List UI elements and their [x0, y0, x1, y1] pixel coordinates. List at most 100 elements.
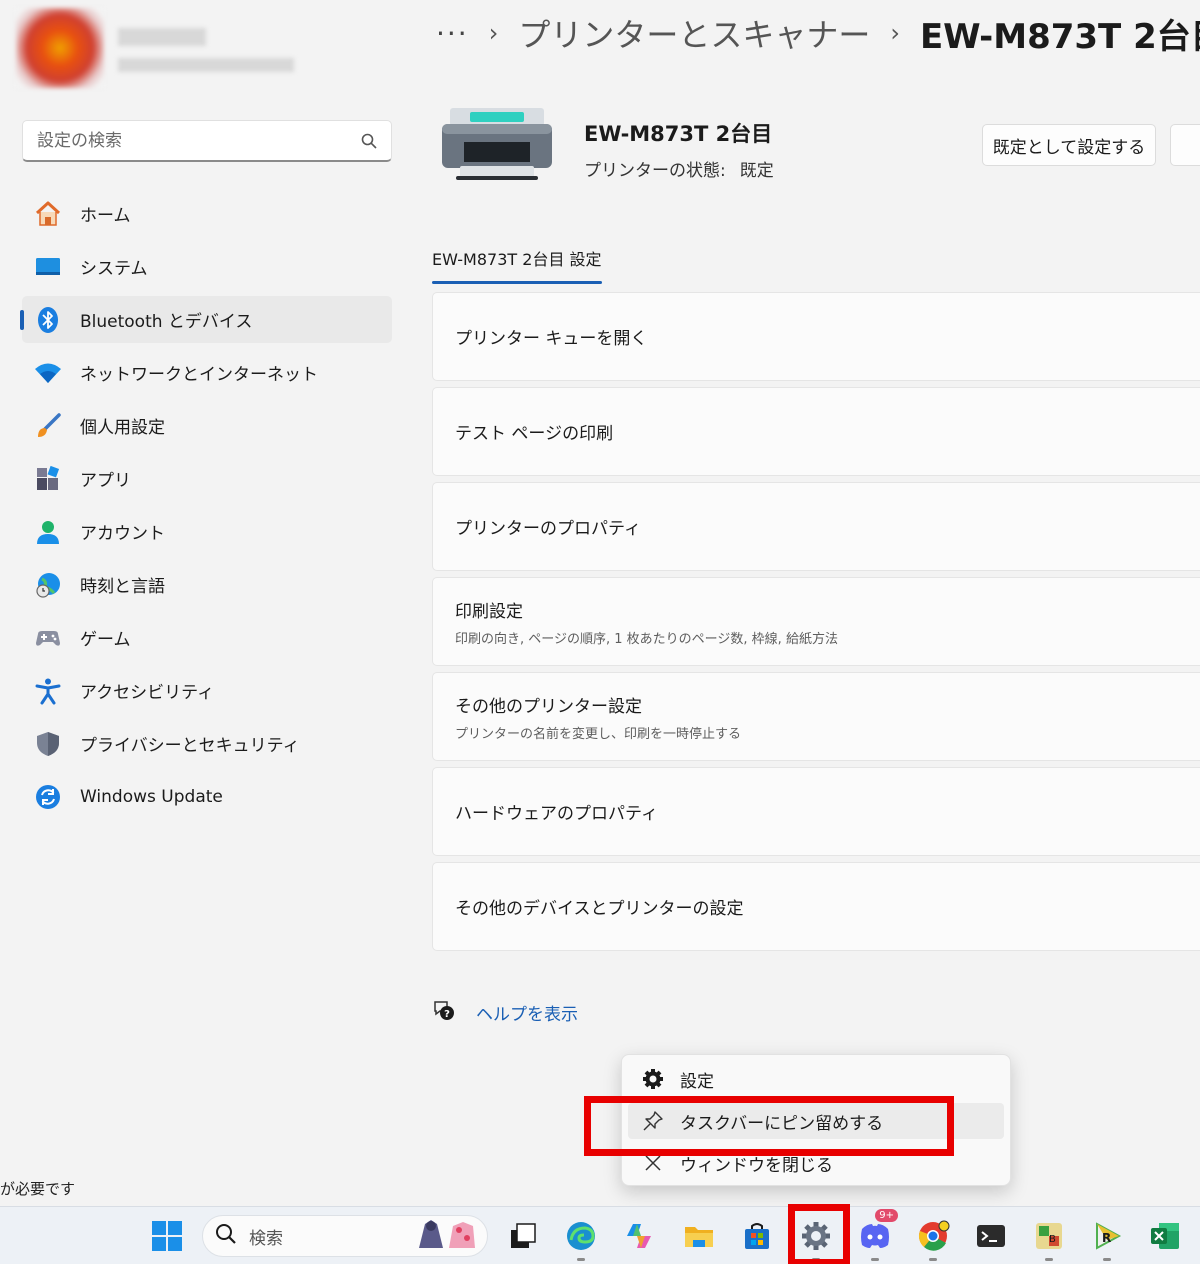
edge-browser-icon[interactable] — [562, 1217, 600, 1261]
card-title: その他のプリンター設定 — [455, 696, 642, 717]
sidebar-item-label: 個人用設定 — [80, 418, 165, 438]
sidebar-item-label: アプリ — [80, 471, 131, 491]
gear-icon — [642, 1068, 664, 1090]
printing-preferences-card[interactable]: 印刷設定 印刷の向き, ページの順序, 1 枚あたりのページ数, 枠線, 給紙方… — [432, 577, 1200, 666]
gamepad-icon — [34, 624, 62, 652]
bluetooth-icon — [34, 306, 62, 334]
discord-icon[interactable]: 9+ — [856, 1209, 898, 1261]
settings-app-icon[interactable] — [797, 1217, 835, 1261]
sidebar-item-label: 時刻と言語 — [80, 577, 165, 597]
svg-text:?: ? — [444, 1009, 450, 1020]
accessibility-icon — [34, 677, 62, 705]
start-button[interactable] — [148, 1217, 186, 1255]
system-icon — [34, 253, 62, 281]
sidebar-item-accessibility[interactable]: アクセシビリティ — [22, 667, 392, 714]
profile-name-blurred — [118, 28, 206, 46]
shield-icon — [34, 730, 62, 758]
sidebar-item-accounts[interactable]: アカウント — [22, 508, 392, 555]
taskbar: 検索 9+ B R — [0, 1206, 1200, 1264]
account-icon — [34, 518, 62, 546]
card-title: プリンター キューを開く — [455, 329, 648, 349]
more-printer-settings-card[interactable]: その他のプリンター設定 プリンターの名前を変更し、印刷を一時停止する — [432, 672, 1200, 761]
breadcrumb-parent-link[interactable]: プリンターとスキャナー — [518, 10, 870, 56]
app-icon-green[interactable]: B — [1030, 1217, 1068, 1261]
sidebar-item-apps[interactable]: アプリ — [22, 455, 392, 502]
home-icon — [34, 200, 62, 228]
file-explorer-icon[interactable] — [680, 1217, 718, 1255]
sidebar-item-time-language[interactable]: 時刻と言語 — [22, 561, 392, 608]
taskbar-search-box[interactable]: 検索 — [202, 1215, 488, 1257]
terminal-icon[interactable] — [972, 1217, 1010, 1255]
sidebar-item-windows-update[interactable]: Windows Update — [22, 773, 392, 820]
help-section: ? ヘルプを表示 — [432, 998, 578, 1026]
devices-and-printers-card[interactable]: その他のデバイスとプリンターの設定 — [432, 862, 1200, 951]
chevron-right-icon: › — [890, 19, 900, 47]
sidebar-item-label: アカウント — [80, 524, 165, 544]
profile-email-blurred — [118, 58, 294, 72]
menu-item-close-window[interactable]: ウィンドウを閉じる — [628, 1145, 1004, 1181]
running-indicator — [1103, 1258, 1111, 1261]
settings-search-box[interactable] — [22, 120, 392, 162]
sidebar-item-privacy-security[interactable]: プライバシーとセキュリティ — [22, 720, 392, 767]
sidebar-item-label: アクセシビリティ — [80, 683, 215, 703]
hardware-properties-card[interactable]: ハードウェアのプロパティ — [432, 767, 1200, 856]
menu-item-settings[interactable]: 設定 — [628, 1061, 1004, 1097]
search-input[interactable] — [37, 130, 361, 151]
sidebar-nav: ホーム システム Bluetooth とデバイス ネットワークとインターネット … — [20, 190, 392, 826]
wifi-icon — [34, 359, 62, 387]
sidebar-item-network[interactable]: ネットワークとインターネット — [22, 349, 392, 396]
svg-text:B: B — [1049, 1234, 1056, 1245]
pin-icon — [642, 1110, 664, 1132]
printer-properties-card[interactable]: プリンターのプロパティ — [432, 482, 1200, 571]
menu-item-label: タスクバーにピン留めする — [680, 1113, 884, 1134]
running-indicator — [929, 1258, 937, 1261]
close-icon — [642, 1152, 664, 1174]
sidebar-item-home[interactable]: ホーム — [22, 190, 392, 237]
brush-icon — [34, 412, 62, 440]
menu-item-pin-to-taskbar[interactable]: タスクバーにピン留めする — [628, 1103, 1004, 1139]
remove-button[interactable] — [1170, 124, 1200, 166]
print-test-page-card[interactable]: テスト ページの印刷 — [432, 387, 1200, 476]
sidebar-item-bluetooth-devices[interactable]: Bluetooth とデバイス — [20, 296, 392, 343]
card-title: テスト ページの印刷 — [455, 424, 614, 444]
sidebar-item-personalization[interactable]: 個人用設定 — [22, 402, 392, 449]
running-indicator — [577, 1258, 585, 1261]
breadcrumb: ··· › プリンターとスキャナー › EW-M873T 2台目 — [436, 6, 1200, 60]
breadcrumb-more-button[interactable]: ··· — [436, 17, 469, 50]
card-title: 印刷設定 — [455, 601, 523, 622]
open-print-queue-card[interactable]: プリンター キューを開く — [432, 292, 1200, 381]
sidebar-item-gaming[interactable]: ゲーム — [22, 614, 392, 661]
sidebar-item-label: プライバシーとセキュリティ — [80, 736, 300, 756]
tab-printer-settings[interactable]: EW-M873T 2台目 設定 — [432, 246, 602, 284]
card-title: ハードウェアのプロパティ — [455, 804, 658, 824]
excel-icon[interactable] — [1146, 1217, 1184, 1255]
printer-name: EW-M873T 2台目 — [584, 122, 773, 146]
sidebar-item-label: ホーム — [80, 206, 131, 226]
task-view-icon[interactable] — [504, 1217, 542, 1255]
notification-badge: 9+ — [875, 1209, 898, 1222]
search-icon[interactable] — [361, 133, 377, 149]
get-help-link[interactable]: ヘルプを表示 — [476, 1000, 578, 1025]
settings-card-list: プリンター キューを開く テスト ページの印刷 プリンターのプロパティ 印刷設定… — [432, 292, 1200, 957]
sidebar-item-system[interactable]: システム — [22, 243, 392, 290]
settings-window: ホーム システム Bluetooth とデバイス ネットワークとインターネット … — [0, 0, 1200, 1186]
copilot-icon[interactable] — [620, 1217, 658, 1255]
sidebar-item-label: ネットワークとインターネット — [80, 365, 318, 385]
taskbar-context-menu: 設定 タスクバーにピン留めする ウィンドウを閉じる — [621, 1054, 1011, 1186]
search-highlight-illustration-icon — [415, 1218, 477, 1255]
chrome-icon[interactable] — [914, 1217, 952, 1261]
apps-icon — [34, 465, 62, 493]
running-indicator — [812, 1258, 820, 1261]
app-icon-r[interactable]: R — [1088, 1217, 1126, 1261]
sidebar-item-label: Bluetooth とデバイス — [80, 312, 253, 332]
set-default-button[interactable]: 既定として設定する — [982, 124, 1156, 166]
avatar[interactable] — [16, 8, 104, 88]
printer-status-value: 既定 — [739, 161, 774, 181]
sidebar-item-label: ゲーム — [80, 630, 131, 650]
sidebar-item-label: システム — [80, 259, 148, 279]
help-icon: ? — [432, 998, 456, 1026]
microsoft-store-icon[interactable] — [738, 1217, 776, 1255]
search-icon — [215, 1223, 237, 1250]
card-title: プリンターのプロパティ — [455, 519, 641, 539]
chevron-right-icon: › — [488, 19, 499, 47]
